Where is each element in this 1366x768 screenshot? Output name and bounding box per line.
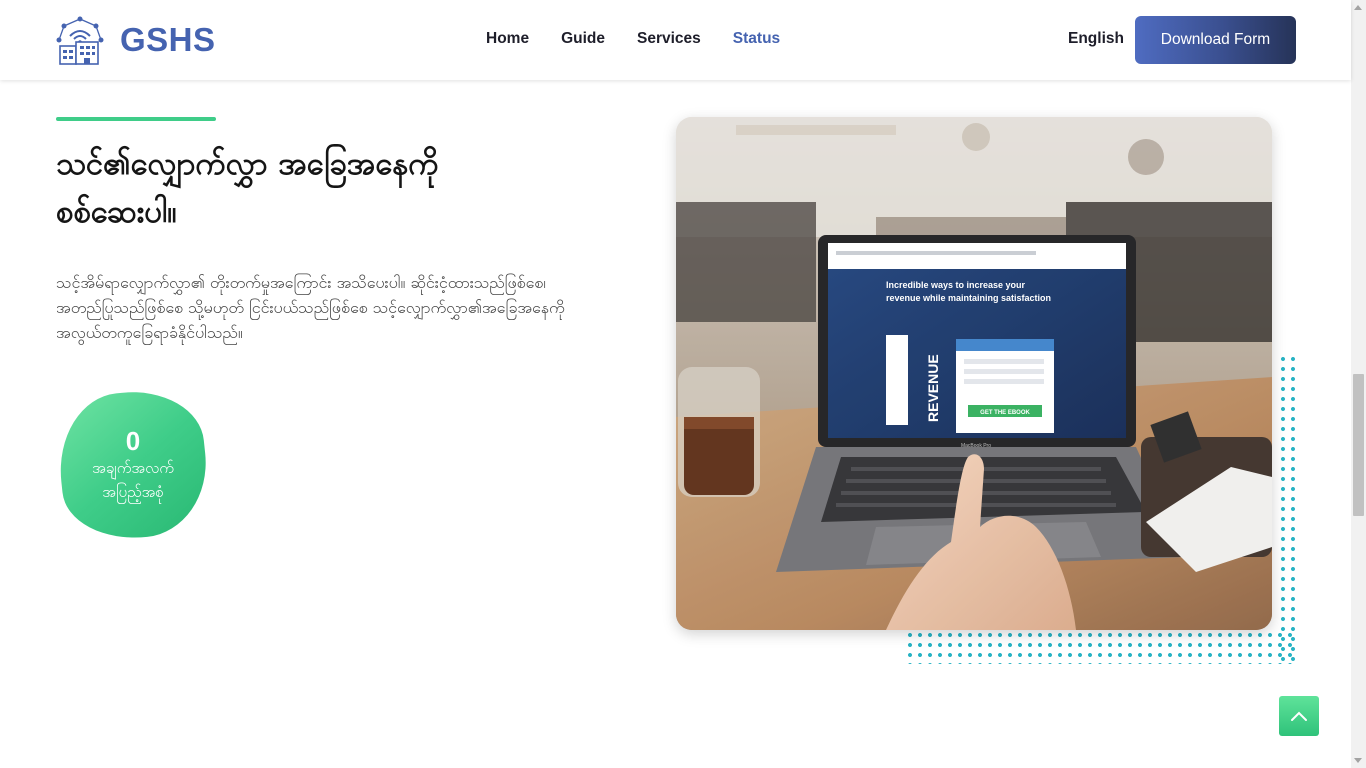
scroll-thumb[interactable] [1353,374,1364,516]
stat-blob: 0 အချက်အလက် အပြည့်အစုံ [52,384,214,546]
back-to-top-button[interactable] [1279,696,1319,736]
scroll-down-icon[interactable] [1354,758,1362,763]
decorative-dots-horizontal [905,630,1297,664]
nav-home[interactable]: Home [486,30,529,48]
language-selector[interactable]: English [1068,30,1124,48]
section-description: သင့်အိမ်ရာလျှောက်လွှာ၏ တိုးတက်မှုအကြောင်… [56,273,565,342]
main-nav: Home Guide Services Status [486,30,812,48]
nav-status[interactable]: Status [733,30,780,48]
decorative-dots-vertical [1278,354,1298,664]
nav-guide[interactable]: Guide [561,30,605,48]
site-header: GSHS Home Guide Services Status English … [0,0,1351,80]
scroll-up-icon[interactable] [1354,5,1362,10]
page-scrollbar[interactable] [1351,0,1366,768]
heading-strong: သင်၏လျှောက်လွှာ [56,146,268,182]
laptop-photo-illustration: Incredible ways to increase your revenue… [676,117,1272,630]
hero-photo: Incredible ways to increase your revenue… [676,117,1272,630]
download-form-button[interactable]: Download Form [1135,16,1296,64]
logo[interactable]: GSHS [56,14,216,66]
nav-services[interactable]: Services [637,30,701,48]
logo-text: GSHS [120,21,216,58]
stat-label: အချက်အလက် အပြည့်အစုံ [92,459,174,501]
accent-line [56,117,216,121]
section-heading: သင်၏လျှောက်လွှာ အခြေအနေကို စစ်ဆေးပါ။ [56,140,536,236]
chevron-up-icon [1291,711,1307,721]
stat-number: 0 [125,426,141,456]
building-network-icon [56,16,104,65]
